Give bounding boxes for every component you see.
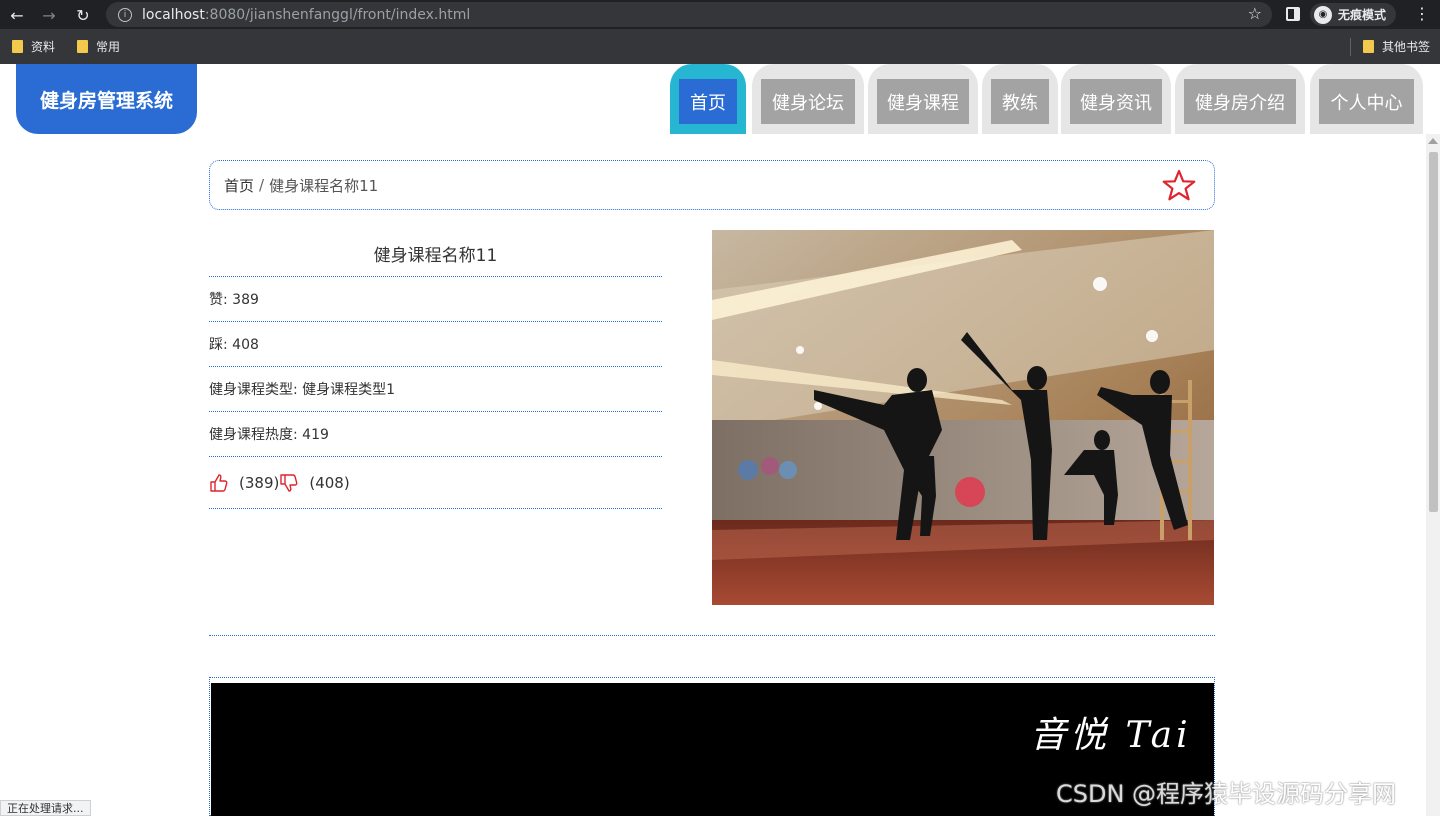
course-photo (712, 230, 1214, 605)
like-count: (389) (239, 473, 280, 492)
tab-label: 健身课程 (877, 79, 969, 124)
bookmark-folder-other[interactable]: 其他书签 (1363, 38, 1430, 55)
course-dislikes-field: 踩: 408 (209, 322, 662, 367)
bookmark-folder-changyong[interactable]: 常用 (77, 38, 120, 55)
tab-gym-intro[interactable]: 健身房介绍 (1175, 64, 1305, 134)
thumbs-up-icon[interactable] (209, 473, 229, 493)
tab-profile[interactable]: 个人中心 (1310, 64, 1423, 134)
course-likes-field: 赞: 389 (209, 277, 662, 322)
breadcrumb: 首页 / 健身课程名称11 (209, 160, 1215, 210)
forward-arrow-icon[interactable]: → (38, 4, 60, 26)
tab-courses[interactable]: 健身课程 (868, 64, 978, 134)
reload-icon[interactable]: ↻ (72, 4, 94, 26)
section-divider (209, 635, 1215, 636)
tab-coach[interactable]: 教练 (982, 64, 1058, 134)
incognito-label: 无痕模式 (1338, 8, 1387, 22)
favorite-star-icon[interactable] (1161, 168, 1197, 204)
site-logo[interactable]: 健身房管理系统 (16, 64, 197, 134)
url-host: localhost (142, 6, 205, 23)
thumbs-down-icon[interactable] (279, 473, 299, 493)
back-arrow-icon[interactable]: ← (6, 4, 28, 26)
folder-icon (1363, 40, 1374, 53)
folder-icon (12, 40, 23, 53)
video-caption: 音悦 Tai (1030, 715, 1192, 756)
browser-toolbar: ← → ↻ i localhost:8080/jianshenfanggl/fr… (0, 0, 1440, 29)
tab-news[interactable]: 健身资讯 (1061, 64, 1171, 134)
tab-forum[interactable]: 健身论坛 (752, 64, 864, 134)
tab-label: 健身资讯 (1070, 79, 1162, 124)
tab-label: 首页 (679, 79, 737, 124)
tab-label: 健身论坛 (761, 79, 855, 124)
watermark: CSDN @程序猿毕设源码分享网 (1056, 780, 1397, 808)
side-panel-icon[interactable] (1286, 7, 1300, 21)
dislike-count: (408) (309, 473, 350, 492)
bookmark-star-icon[interactable]: ☆ (1248, 4, 1262, 23)
status-bar: 正在处理请求... (0, 800, 91, 816)
bookmark-label: 资料 (31, 40, 56, 54)
incognito-icon: ◉ (1314, 5, 1332, 24)
tab-label: 健身房介绍 (1184, 79, 1296, 124)
bookmark-label: 其他书签 (1382, 40, 1431, 54)
course-popularity-field: 健身课程热度: 419 (209, 412, 662, 457)
tab-label: 教练 (991, 79, 1049, 124)
site-info-icon[interactable]: i (118, 7, 132, 22)
breadcrumb-current: 健身课程名称11 (269, 176, 379, 195)
address-bar[interactable]: i localhost:8080/jianshenfanggl/front/in… (106, 2, 1272, 27)
bookmark-label: 常用 (96, 40, 121, 54)
url-path: :8080/jianshenfanggl/front/index.html (204, 6, 471, 23)
course-title: 健身课程名称11 (209, 230, 662, 277)
folder-icon (77, 40, 88, 53)
bookmarks-divider (1350, 38, 1351, 56)
bookmark-folder-ziliao[interactable]: 资料 (12, 38, 55, 55)
breadcrumb-separator: / (259, 176, 265, 194)
browser-menu-icon[interactable]: ⋮ (1414, 4, 1430, 23)
scrollbar-thumb[interactable] (1429, 152, 1438, 512)
vote-row: (389) (408) (209, 457, 662, 509)
tab-label: 个人中心 (1319, 79, 1414, 124)
tab-home[interactable]: 首页 (670, 64, 746, 134)
scroll-up-arrow-icon[interactable] (1428, 138, 1438, 144)
bookmarks-bar: 资料 常用 其他书签 (0, 29, 1440, 64)
incognito-badge[interactable]: ◉ 无痕模式 (1310, 3, 1397, 26)
course-type-field: 健身课程类型: 健身课程类型1 (209, 367, 662, 412)
breadcrumb-home[interactable]: 首页 (224, 175, 254, 196)
